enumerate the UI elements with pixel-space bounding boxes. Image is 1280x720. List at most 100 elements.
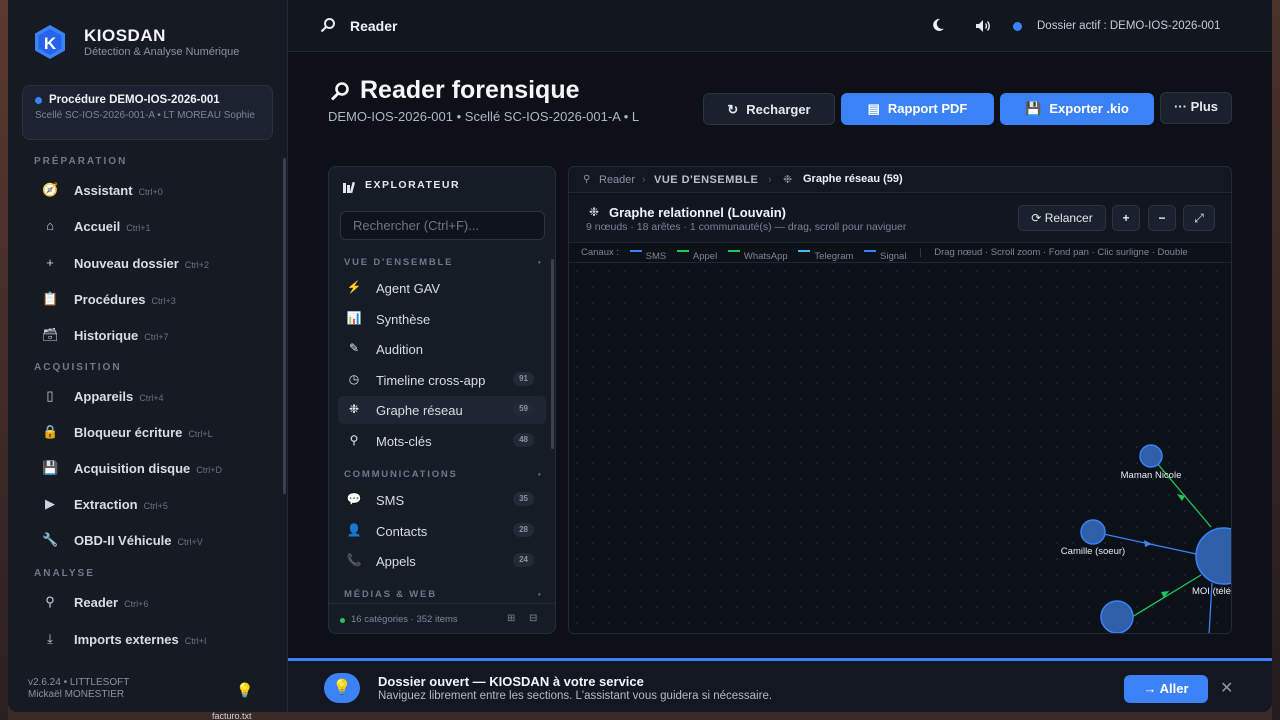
graph-node[interactable] (1080, 519, 1106, 545)
expand-icon: ⤢ (1194, 211, 1204, 225)
breadcrumb-reader[interactable]: Reader (599, 174, 635, 186)
channel-legend: Canaux : SMS Appel WhatsApp Telegram Sig… (569, 243, 1231, 263)
explorer-section-label[interactable]: COMMUNICATIONS (344, 469, 458, 480)
explorer-item-synth-se[interactable]: 📊 Synthèse (338, 305, 546, 333)
collapse-all-icon[interactable]: ⊟ (529, 613, 537, 624)
breadcrumb-section[interactable]: VUE D'ENSEMBLE (654, 174, 758, 186)
pdf-report-button[interactable]: ▤ Rapport PDF (841, 93, 994, 125)
graph-node[interactable] (1100, 600, 1134, 633)
chat-icon: 💬 (346, 492, 362, 506)
minus-icon: − (1158, 211, 1166, 225)
network-icon: ❉ (783, 174, 793, 186)
explorer-item-label: Appels (376, 554, 416, 570)
legend-sms: SMS (645, 251, 667, 262)
sidebar-item-imports-externes[interactable]: ⤓ Imports externes Ctrl+I (28, 625, 278, 653)
sidebar-section-label: PRÉPARATION (34, 156, 128, 167)
books-icon (343, 180, 357, 198)
explorer-scrollbar[interactable] (551, 259, 554, 449)
collapse-dot-icon[interactable]: • (538, 590, 541, 599)
explorer-item-label: Agent GAV (376, 281, 441, 296)
sidebar-item-label: Nouveau dossier Ctrl+2 (74, 256, 209, 271)
explorer-item-audition[interactable]: ✎ Audition (338, 335, 546, 363)
sidebar-item-label: Extraction Ctrl+5 (74, 497, 168, 512)
lightbulb-icon[interactable]: 💡 (236, 682, 253, 699)
graph-canvas[interactable]: Maman Nicole Camille (soeur) MOI (télé (569, 263, 1232, 634)
legend-separator: | (919, 247, 922, 258)
phone-call-icon: 📞 (346, 553, 362, 568)
collapse-dot-icon[interactable]: • (538, 470, 541, 479)
active-dossier-dot (1013, 22, 1022, 31)
legend-swatch-sms (629, 249, 642, 252)
status-dot (340, 618, 345, 623)
sidebar-item-nouveau-dossier[interactable]: + Nouveau dossier Ctrl+2 (28, 249, 278, 277)
sidebar-item-label: Accueil Ctrl+1 (74, 219, 151, 234)
explorer-item-timeline-cross-app[interactable]: ◷ Timeline cross-app 91 (338, 366, 546, 394)
sidebar: K KIOSDAN Détection & Analyse Numérique … (8, 0, 288, 712)
shortcut-hint: Ctrl+7 (144, 332, 169, 342)
zoom-in-button[interactable]: + (1112, 205, 1140, 231)
graph-node-center[interactable] (1195, 527, 1232, 585)
reload-button[interactable]: ↻ Recharger (703, 93, 835, 125)
sidebar-item-acquisition-disque[interactable]: 💾 Acquisition disque Ctrl+D (28, 454, 278, 482)
page-subtitle: DEMO-IOS-2026-001 • Scellé SC-IOS-2026-0… (328, 109, 640, 124)
explorer-panel: EXPLORATEUR Rechercher (Ctrl+F)... VUE D… (328, 166, 556, 634)
sidebar-item-text: OBD-II Véhicule (74, 533, 172, 548)
sidebar-section-label: ACQUISITION (34, 362, 122, 373)
graph-svg[interactable]: Maman Nicole Camille (soeur) MOI (télé (569, 263, 1232, 634)
sidebar-item-appareils[interactable]: ▯ Appareils Ctrl+4 (28, 382, 278, 410)
explorer-item-contacts[interactable]: 👤 Contacts 28 (338, 517, 546, 545)
explorer-item-label: Timeline cross-app (376, 372, 486, 388)
sidebar-item-label: Imports externes Ctrl+I (74, 632, 207, 647)
explorer-section-label[interactable]: MÉDIAS & WEB (344, 589, 437, 600)
explorer-item-sms[interactable]: 💬 SMS 35 (338, 486, 546, 514)
sidebar-item-proc-dures[interactable]: 📋 Procédures Ctrl+3 (28, 285, 278, 313)
sidebar-item-extraction[interactable]: ▶ Extraction Ctrl+5 (28, 490, 278, 518)
sidebar-item-accueil[interactable]: ⌂ Accueil Ctrl+1 (28, 212, 278, 240)
explorer-section-label[interactable]: VUE D'ENSEMBLE (344, 257, 453, 268)
go-button[interactable]: → Aller (1124, 675, 1208, 703)
sidebar-item-label: Bloqueur écriture Ctrl+L (74, 425, 213, 440)
archive-icon: 🗃 (42, 327, 59, 342)
count-badge: 24 (513, 553, 534, 568)
version-label: v2.6.24 • LITTLESOFT (28, 677, 130, 688)
pencil-icon: ✎ (348, 341, 360, 356)
sidebar-item-text: Historique (74, 328, 139, 343)
expand-all-icon[interactable]: ⊞ (507, 613, 515, 624)
collapse-dot-icon[interactable]: • (538, 258, 541, 267)
sidebar-scrollbar[interactable] (283, 158, 286, 494)
graph-node[interactable] (1139, 444, 1163, 468)
close-icon[interactable]: ✕ (1220, 678, 1233, 698)
export-kio-button[interactable]: 💾 Exporter .kio (1000, 93, 1154, 125)
relaunch-label: Relancer (1044, 211, 1093, 225)
compass-icon: 🧭 (42, 182, 59, 197)
fullscreen-button[interactable]: ⤢ (1183, 205, 1215, 231)
more-label: Plus (1190, 99, 1219, 114)
bar-chart-icon: 📊 (346, 310, 362, 325)
count-badge: 48 (513, 433, 534, 447)
sidebar-item-bloqueur-criture[interactable]: 🔒 Bloqueur écriture Ctrl+L (28, 418, 278, 446)
explorer-item-mots-cl-s[interactable]: ⚲ Mots-clés 48 (338, 427, 546, 455)
go-label: Aller (1159, 681, 1189, 696)
disk-icon: 💾 (42, 460, 59, 475)
explorer-search-input[interactable]: Rechercher (Ctrl+F)... (340, 211, 545, 240)
sidebar-item-label: Assistant Ctrl+0 (74, 183, 163, 198)
topbar-title: Reader (350, 18, 398, 34)
speaker-icon[interactable] (975, 19, 991, 36)
sidebar-item-reader[interactable]: ⚲ Reader Ctrl+6 (28, 588, 278, 616)
shortcut-hint: Ctrl+4 (139, 393, 164, 403)
sidebar-item-label: Reader Ctrl+6 (74, 595, 148, 610)
sidebar-item-assistant[interactable]: 🧭 Assistant Ctrl+0 (28, 176, 278, 204)
desktop-file-label[interactable]: facturo.txt (212, 711, 252, 720)
sidebar-item-historique[interactable]: 🗃 Historique Ctrl+7 (28, 321, 278, 349)
explorer-item-graphe-r-seau[interactable]: ❉ Graphe réseau 59 (338, 396, 546, 425)
search-icon: ⚲ (349, 433, 359, 447)
more-button[interactable]: ··· Plus (1160, 92, 1232, 124)
version-info: v2.6.24 • LITTLESOFT Mickaël MONESTIER (28, 677, 129, 701)
explorer-item-agent-gav[interactable]: ⚡ Agent GAV (338, 274, 546, 302)
zoom-out-button[interactable]: − (1148, 205, 1176, 231)
moon-icon[interactable] (931, 18, 945, 35)
sidebar-item-obd-ii-v-hicule[interactable]: 🔧 OBD-II Véhicule Ctrl+V (28, 526, 278, 554)
active-procedure-card[interactable]: Procédure DEMO-IOS-2026-001 Scellé SC-IO… (22, 85, 273, 140)
relaunch-button[interactable]: ⟳ Relancer (1018, 205, 1106, 231)
explorer-item-appels[interactable]: 📞 Appels 24 (338, 547, 546, 575)
